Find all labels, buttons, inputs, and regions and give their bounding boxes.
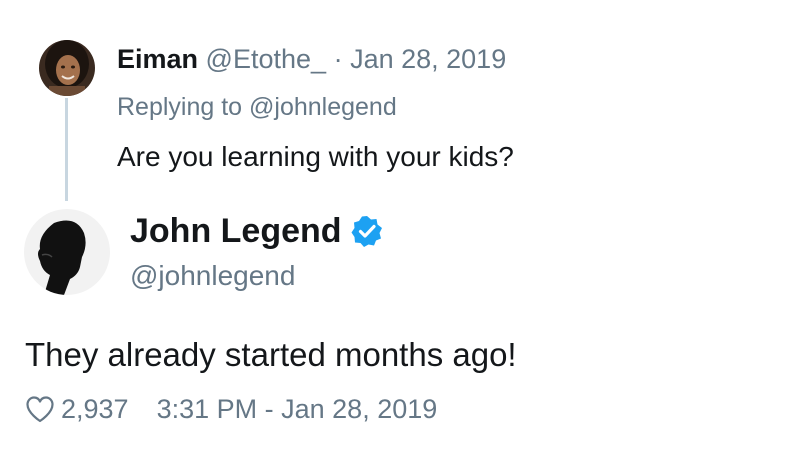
verified-badge-icon: [350, 214, 384, 248]
user-avatar-icon: [39, 40, 95, 96]
reply-author-avatar[interactable]: [39, 40, 95, 96]
reply-header: Eiman @Etothe_ · Jan 28, 2019: [117, 42, 506, 76]
thread-connector: [65, 98, 68, 201]
tweet-timestamp[interactable]: 3:31 PM - Jan 28, 2019: [157, 394, 438, 425]
reply-date[interactable]: Jan 28, 2019: [350, 44, 506, 74]
tweet-author-row: John Legend: [130, 209, 384, 253]
tweet-author-handle[interactable]: @johnlegend: [130, 259, 295, 293]
tweet-text: They already started months ago!: [25, 336, 517, 373]
tweet-author-name[interactable]: John Legend: [130, 212, 342, 251]
heart-icon[interactable]: [25, 395, 55, 423]
user-avatar-icon: [24, 209, 110, 295]
reply-author-handle[interactable]: @Etothe_: [206, 44, 327, 74]
tweet-author-avatar[interactable]: [24, 209, 110, 295]
reply-text: Are you learning with your kids?: [117, 141, 514, 172]
replying-to-label[interactable]: Replying to @johnlegend: [117, 91, 397, 123]
reply-author-name[interactable]: Eiman: [117, 44, 198, 74]
like-count[interactable]: 2,937: [61, 394, 129, 425]
reply-separator: ·: [333, 44, 343, 74]
tweet-footer: 2,937 3:31 PM - Jan 28, 2019: [25, 391, 437, 427]
